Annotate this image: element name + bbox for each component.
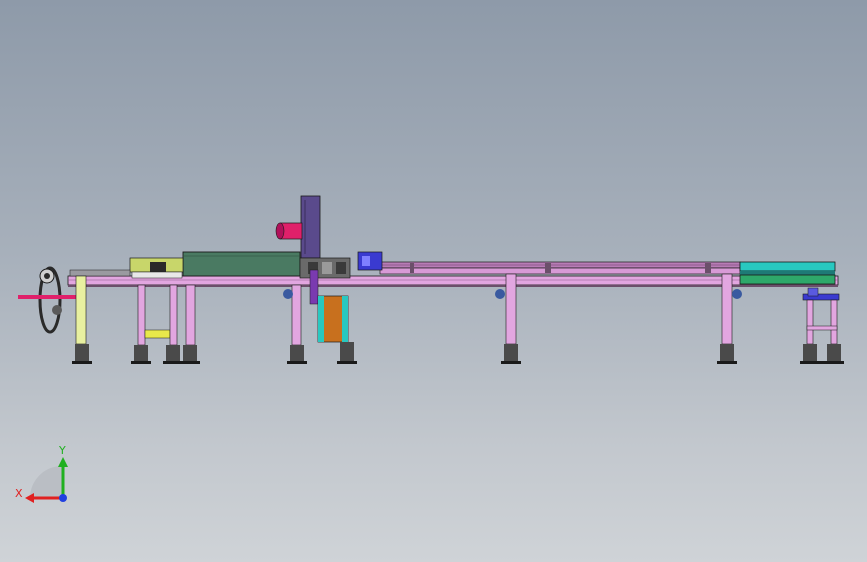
x-axis-label: X: [15, 487, 23, 500]
triad-plane-icon: [30, 466, 62, 498]
y-axis-label: Y: [58, 444, 66, 457]
cad-viewport[interactable]: Y X: [0, 0, 867, 562]
coordinate-triad: Y X: [15, 444, 68, 503]
z-axis-icon: [59, 494, 67, 502]
